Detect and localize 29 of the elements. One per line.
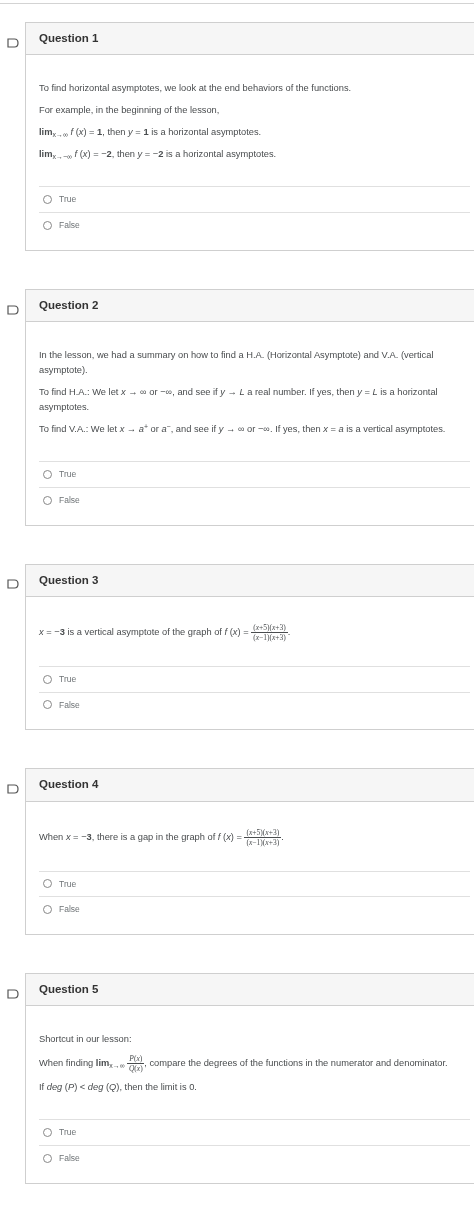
question-title: Question 4 [26,769,474,802]
option-label: True [59,672,77,686]
option-label: True [59,877,77,891]
question-title: Question 5 [26,974,474,1007]
option-label: False [59,493,80,507]
option-label: False [59,698,80,712]
option-label: True [59,193,77,206]
question-text: To find H.A.: We let x → ∞ or −∞, and see if y → L a real number. If yes, then y = L is a horizontal asymptotes. [39,386,439,414]
flag-icon[interactable] [7,784,19,794]
flag-icon[interactable] [7,579,19,590]
flag-icon[interactable] [7,304,19,315]
question-title: Question 3 [26,564,474,597]
question-text: To find V.A.: We let x → a$^{+}$ or a$^{−}$, and see if y → ∞ or −∞. If yes, then x = a is a vertical asymptotes. [39,422,447,436]
question-title: Question 2 [26,289,474,322]
question-text: Shortcut in our lesson: [39,1033,133,1047]
flag-icon[interactable] [7,37,19,48]
question-title: Question 1 [26,23,474,56]
option-label: True [59,468,77,481]
question-text: lim$_{x→−∞}$ f (x) = −2, then y = −2 is a horizontal asymptotes. [39,148,278,162]
option-label: False [59,219,80,232]
question-text: If deg (P) < deg (Q), then the limit is 0. [39,1081,198,1095]
flag-icon[interactable] [7,988,19,999]
option-label: True [59,1126,77,1139]
option-label: False [59,903,80,916]
question-text: To find horizontal asymptotes, we look at the end behaviors of the functions. [39,82,353,96]
question-text: In the lesson, we had a summary on how to find a H.A. (Horizontal Asymptote) and V.A. (vertical asymptote). [39,349,435,377]
question-text: lim$_{x→∞}$ f (x) = 1, then y = 1 is a horizontal asymptotes. [39,126,263,140]
option-label: False [59,1152,80,1165]
question-text: For example, in the beginning of the lesson, [39,104,221,118]
